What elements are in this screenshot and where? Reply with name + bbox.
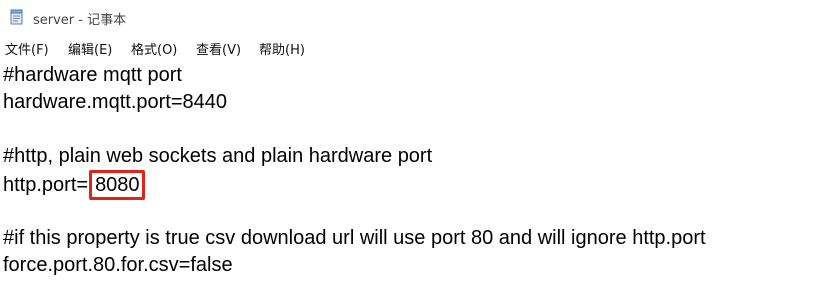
text-editor-area[interactable]: #hardware mqtt port hardware.mqtt.port=8… bbox=[0, 60, 835, 286]
menu-format[interactable]: 格式(O) bbox=[131, 39, 177, 58]
editor-line-1: #hardware mqtt port bbox=[3, 64, 182, 86]
highlighted-port-value: 8080 bbox=[89, 170, 145, 200]
editor-line-5: http.port= 8080 bbox=[3, 170, 145, 200]
menu-view[interactable]: 查看(V) bbox=[196, 39, 241, 58]
editor-line-7: #if this property is true csv download u… bbox=[3, 227, 706, 249]
menu-file[interactable]: 文件(F) bbox=[5, 39, 49, 58]
editor-line-8: force.port.80.for.csv=false bbox=[3, 254, 233, 276]
notepad-icon bbox=[9, 9, 25, 25]
http-port-key: http.port= bbox=[3, 174, 89, 196]
menu-bar: 文件(F) 编辑(E) 格式(O) 查看(V) 帮助(H) bbox=[0, 36, 835, 60]
editor-line-2: hardware.mqtt.port=8440 bbox=[3, 91, 228, 113]
window-title: server - 记事本 bbox=[33, 13, 127, 28]
menu-edit[interactable]: 编辑(E) bbox=[68, 39, 112, 58]
editor-line-4: #http, plain web sockets and plain hardw… bbox=[3, 145, 433, 167]
menu-help[interactable]: 帮助(H) bbox=[259, 39, 305, 58]
title-bar: server - 记事本 bbox=[0, 0, 835, 36]
